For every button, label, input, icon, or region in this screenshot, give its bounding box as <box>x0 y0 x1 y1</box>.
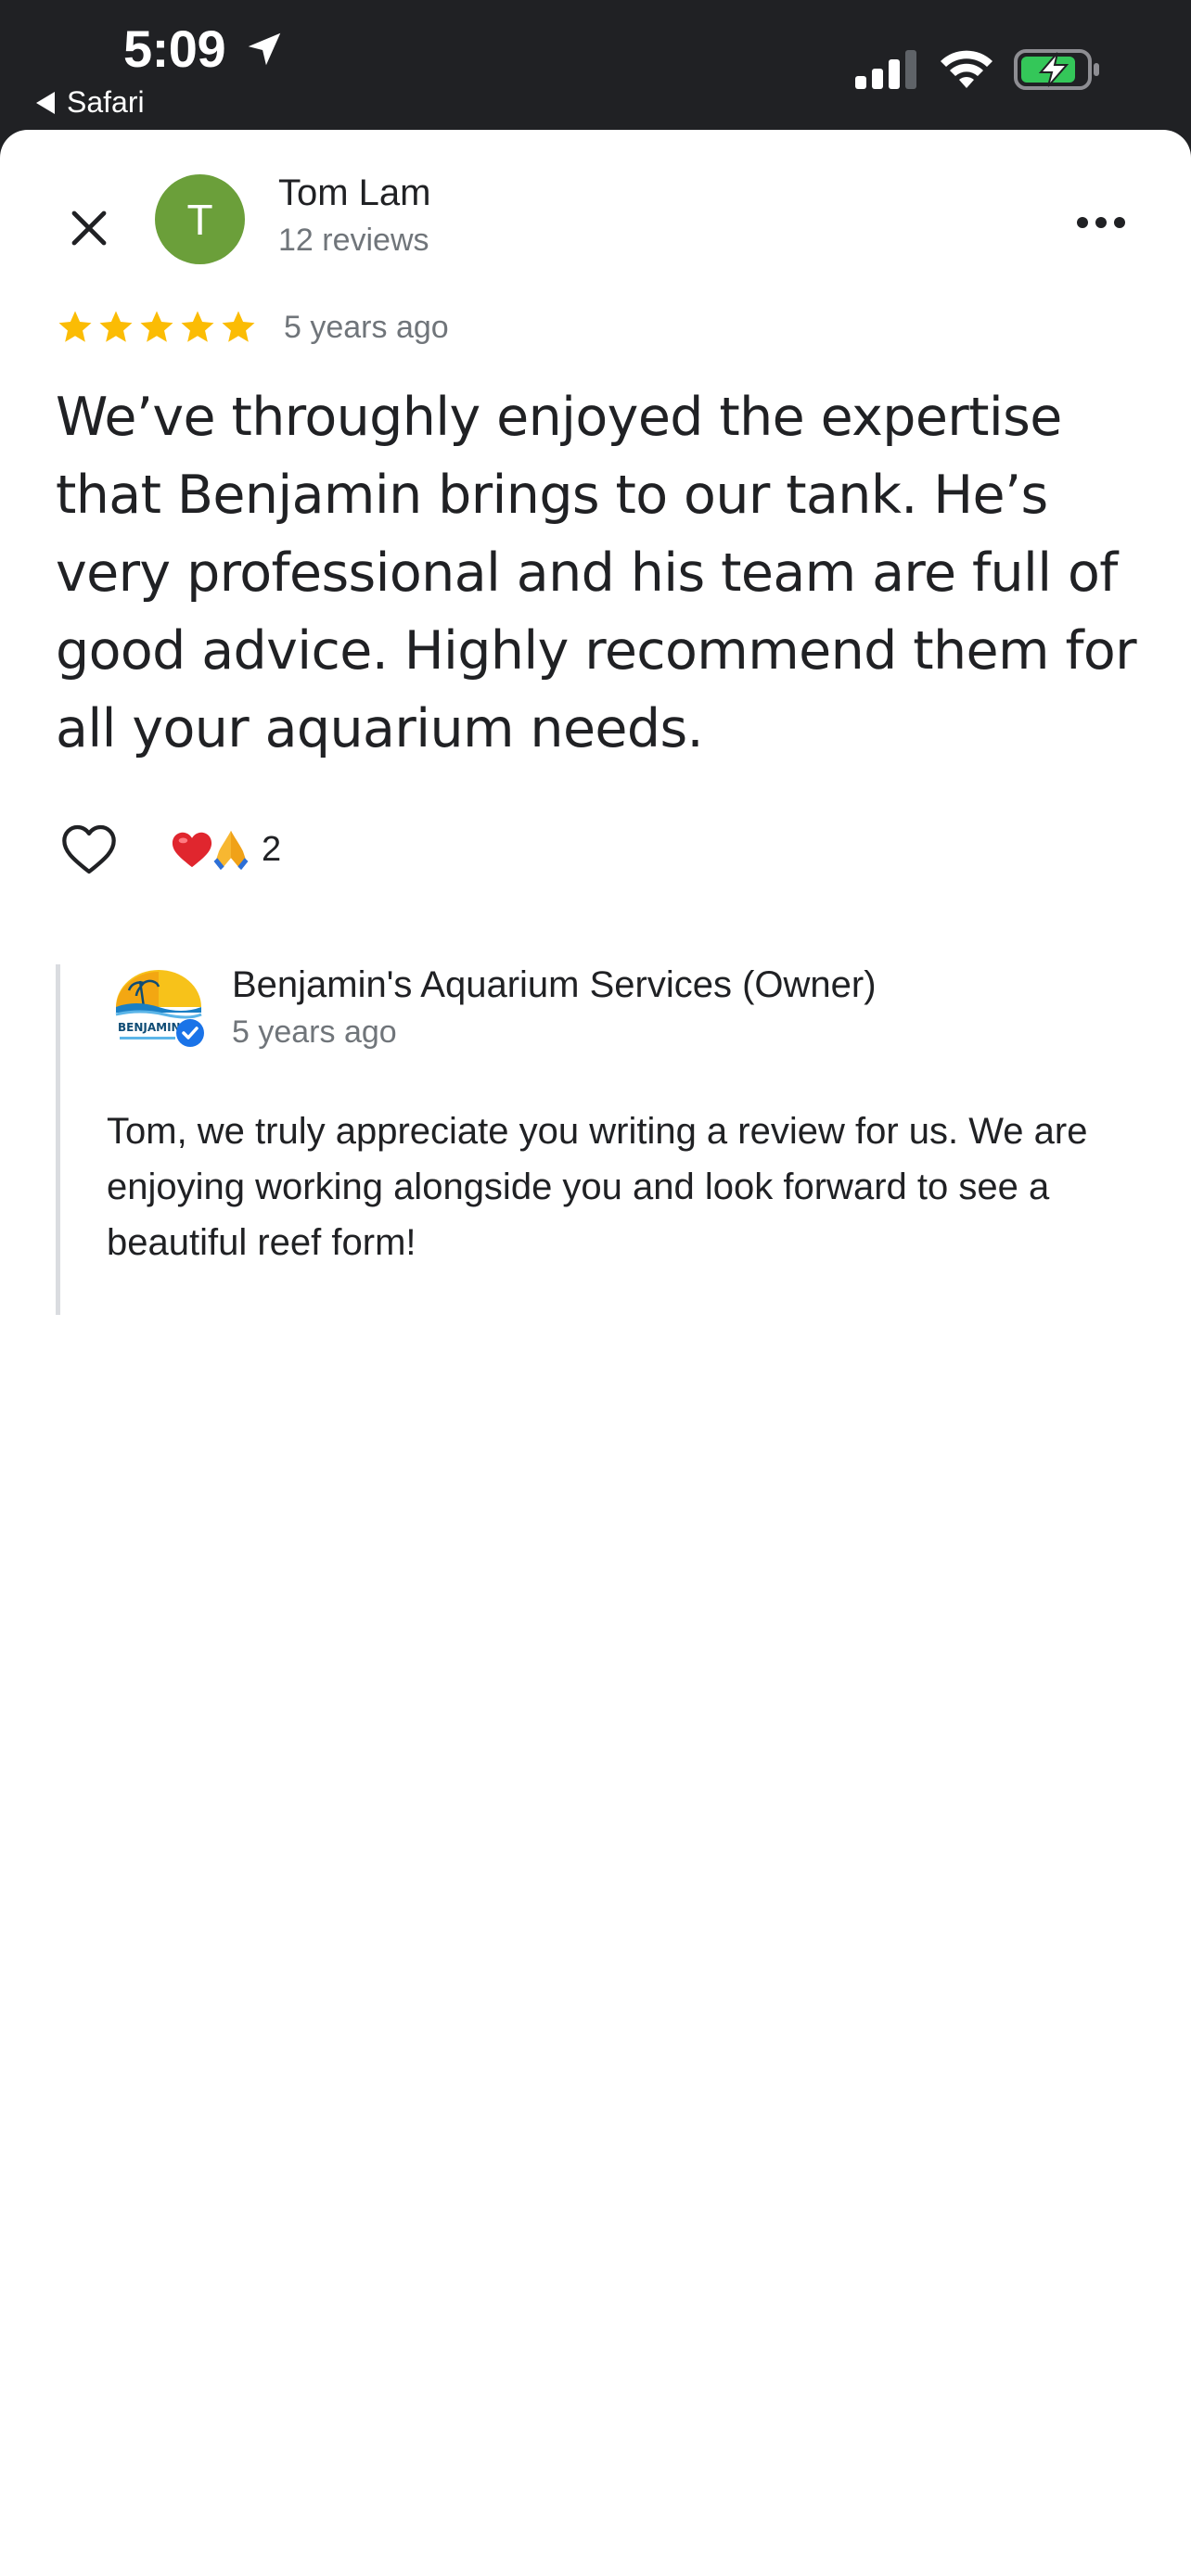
owner-response-text: Tom, we truly appreciate you writing a r… <box>107 1111 1088 1263</box>
status-time: 5:09 <box>123 19 226 78</box>
location-arrow-icon <box>248 32 281 66</box>
business-logo: BENJAMIN <box>115 970 204 1047</box>
more-horizontal-icon <box>1077 217 1125 228</box>
back-to-app-button[interactable]: Safari <box>35 85 145 120</box>
status-bar: 5:09 Safari <box>0 0 1191 130</box>
cellular-signal-icon <box>855 50 916 89</box>
wifi-icon <box>941 50 992 88</box>
rating-row: 5 years ago <box>56 308 449 347</box>
red-heart-emoji-icon <box>172 832 212 868</box>
reviewer-review-count: 12 reviews <box>278 223 429 258</box>
back-triangle-icon <box>36 91 55 114</box>
reaction-summary[interactable]: 2 <box>171 827 281 872</box>
heart-outline-icon[interactable] <box>58 820 121 879</box>
reviewer-avatar[interactable]: T <box>155 174 245 264</box>
folded-hands-emoji-icon <box>213 830 249 871</box>
reaction-count: 2 <box>262 829 282 869</box>
star-icon <box>181 311 214 342</box>
more-options-button[interactable] <box>1067 195 1135 250</box>
reaction-row: 2 <box>58 820 281 879</box>
star-icon <box>222 311 255 342</box>
back-app-label: Safari <box>67 85 145 119</box>
logo-wordmark: BENJAMIN <box>118 1021 181 1034</box>
star-icon <box>140 311 173 342</box>
owner-name: Benjamin's Aquarium Services (Owner) <box>232 964 877 1005</box>
close-button[interactable] <box>56 195 122 261</box>
review-text: We’ve throughly enjoyed the expertise th… <box>56 387 1137 759</box>
owner-response: BENJAMIN Benjamin's Aquarium Services (O… <box>56 964 1150 1315</box>
star-icon <box>99 311 133 342</box>
star-icon <box>58 311 92 342</box>
review-date: 5 years ago <box>284 309 449 345</box>
reviewer-name[interactable]: Tom Lam <box>278 172 431 214</box>
battery-charging-icon <box>1014 49 1099 90</box>
star-rating <box>56 308 258 347</box>
review-sheet: T Tom Lam 12 reviews 5 years ago We’ve t… <box>0 130 1191 2576</box>
avatar-initial: T <box>186 195 213 244</box>
verified-badge-icon <box>176 1019 204 1047</box>
owner-response-date: 5 years ago <box>232 1014 397 1050</box>
close-icon <box>71 210 107 246</box>
